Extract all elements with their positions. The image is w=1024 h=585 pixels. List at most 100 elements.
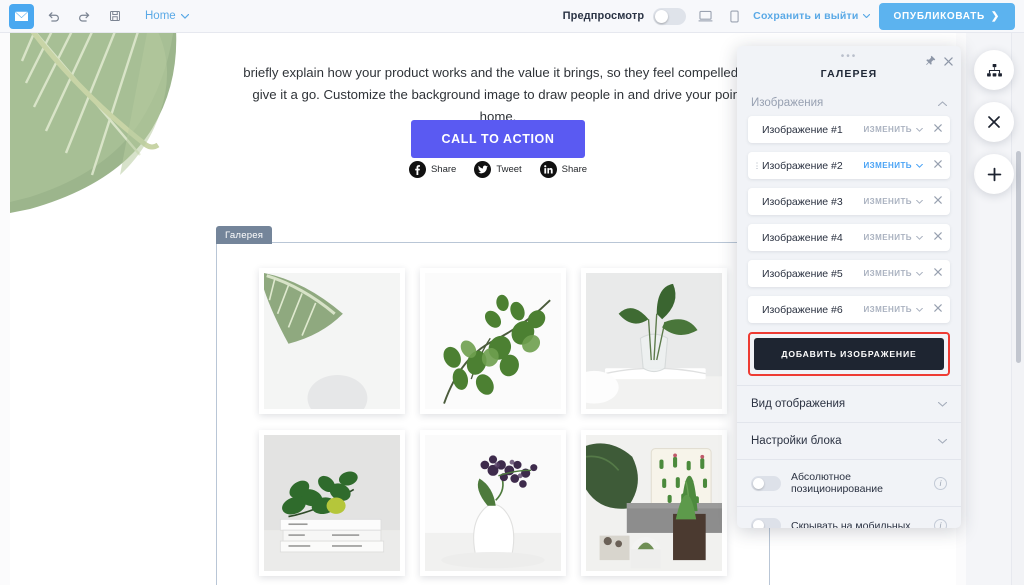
hero-paragraph: briefly explain how your product works a…: [243, 65, 753, 124]
image-list-item[interactable]: Изображение #3 ИЗМЕНИТЬ: [748, 188, 950, 215]
absolute-positioning-toggle[interactable]: [751, 475, 781, 491]
share-twitter[interactable]: Tweet: [474, 161, 522, 178]
call-to-action-button[interactable]: CALL TO ACTION: [411, 120, 585, 158]
publish-button[interactable]: ОПУБЛИКОВАТЬ ❯: [878, 2, 1015, 30]
save-and-exit-label: Сохранить и выйти: [753, 10, 859, 22]
image-remove-icon[interactable]: [934, 160, 942, 171]
image-edit-button[interactable]: ИЗМЕНИТЬ: [863, 233, 923, 242]
image-name: Изображение #1: [762, 123, 843, 136]
drag-handle-icon[interactable]: ⋮: [753, 162, 761, 170]
hero-leaf-image: [10, 33, 238, 215]
image-edit-button[interactable]: ИЗМЕНИТЬ: [863, 161, 923, 170]
gallery-item[interactable]: [259, 268, 405, 414]
absolute-positioning-row: Абсолютное позиционирование i: [737, 459, 961, 506]
gallery-item[interactable]: [420, 268, 566, 414]
image-remove-icon[interactable]: [934, 268, 942, 279]
gallery-item[interactable]: [581, 430, 727, 576]
close-icon[interactable]: [974, 102, 1014, 142]
desktop-icon[interactable]: [695, 6, 715, 26]
info-icon[interactable]: i: [934, 519, 947, 528]
preview-label: Предпросмотр: [562, 10, 645, 22]
share-linkedin[interactable]: Share: [539, 161, 587, 178]
save-and-exit-menu[interactable]: Сохранить и выйти: [753, 10, 870, 22]
image-list-item[interactable]: Изображение #1 ИЗМЕНИТЬ: [748, 116, 950, 143]
gallery-image-eucalyptus: [425, 273, 561, 409]
gallery-item[interactable]: [420, 430, 566, 576]
undo-icon[interactable]: [41, 4, 65, 28]
toggle-knob: [753, 520, 764, 528]
panel-title: ГАЛЕРЕЯ: [820, 68, 878, 80]
image-list-item[interactable]: Изображение #4 ИЗМЕНИТЬ: [748, 224, 950, 251]
image-edit-label: ИЗМЕНИТЬ: [863, 269, 912, 278]
block-settings-label: Настройки блока: [751, 435, 842, 447]
publish-label: ОПУБЛИКОВАТЬ: [893, 10, 985, 22]
toolbar-right-group: Предпросмотр Сохранить и выйти ОПУБЛИКОВ…: [562, 2, 1024, 30]
image-edit-label: ИЗМЕНИТЬ: [863, 305, 912, 314]
image-remove-icon[interactable]: [934, 196, 942, 207]
image-list-item[interactable]: Изображение #5 ИЗМЕНИТЬ: [748, 260, 950, 287]
display-view-label: Вид отображения: [751, 398, 846, 410]
block-settings-section[interactable]: Настройки блока: [737, 422, 961, 459]
share-facebook[interactable]: Share: [408, 161, 456, 178]
redo-icon[interactable]: [72, 4, 96, 28]
image-list-item[interactable]: Изображение #6 ИЗМЕНИТЬ: [748, 296, 950, 323]
chevron-down-icon: [916, 307, 923, 312]
image-list-item[interactable]: ⋮ Изображение #2 ИЗМЕНИТЬ: [748, 152, 950, 179]
image-list: Изображение #1 ИЗМЕНИТЬ ⋮ Изображение #2…: [737, 116, 961, 323]
preview-toggle[interactable]: [653, 7, 687, 25]
editor-window: Home Предпросмотр Сохранить и выйти ОПУБ…: [0, 0, 1024, 585]
chevron-down-icon: [937, 399, 948, 409]
page-selector-menu[interactable]: Home: [145, 10, 189, 22]
gallery-item[interactable]: [259, 430, 405, 576]
floating-action-buttons: [974, 50, 1018, 194]
image-name: Изображение #2: [762, 159, 843, 172]
add-image-highlight: ДОБАВИТЬ ИЗОБРАЖЕНИЕ: [748, 332, 950, 376]
image-edit-button[interactable]: ИЗМЕНИТЬ: [863, 125, 923, 134]
chevron-down-icon: [937, 436, 948, 446]
page-selector-label: Home: [145, 10, 176, 22]
chevron-right-icon: ❯: [990, 10, 1000, 22]
envelope-logo-icon[interactable]: [9, 3, 34, 29]
linkedin-icon: [539, 161, 557, 178]
absolute-positioning-label: Абсолютное позиционирование: [791, 471, 883, 495]
image-edit-button[interactable]: ИЗМЕНИТЬ: [863, 197, 923, 206]
image-name: Изображение #3: [762, 195, 843, 208]
chevron-down-icon: [916, 235, 923, 240]
chevron-down-icon: [916, 271, 923, 276]
image-remove-icon[interactable]: [934, 124, 942, 135]
top-toolbar: Home Предпросмотр Сохранить и выйти ОПУБ…: [0, 0, 1024, 33]
mobile-icon[interactable]: [724, 6, 744, 26]
image-edit-label: ИЗМЕНИТЬ: [863, 233, 912, 242]
image-edit-button[interactable]: ИЗМЕНИТЬ: [863, 305, 923, 314]
image-remove-icon[interactable]: [934, 232, 942, 243]
add-image-button[interactable]: ДОБАВИТЬ ИЗОБРАЖЕНИЕ: [754, 338, 944, 370]
toggle-knob: [655, 9, 669, 23]
gallery-item[interactable]: [581, 268, 727, 414]
sitemap-icon[interactable]: [974, 50, 1014, 90]
info-icon[interactable]: i: [934, 476, 947, 490]
image-remove-icon[interactable]: [934, 304, 942, 315]
gallery-image-vase-on-book: [586, 273, 722, 409]
images-section-header[interactable]: Изображения: [737, 88, 961, 116]
toolbar-left-group: Home: [0, 3, 189, 29]
save-floppy-icon[interactable]: [103, 4, 127, 28]
gallery-settings-panel: ••• ГАЛЕРЕЯ Изображения Изображение #1 И…: [737, 46, 961, 528]
gallery-block[interactable]: Галерея: [216, 226, 770, 585]
image-name: Изображение #6: [762, 303, 843, 316]
hide-on-mobile-toggle[interactable]: [751, 518, 781, 528]
gallery-block-tab-label: Галерея: [216, 226, 273, 244]
plus-icon[interactable]: [974, 154, 1014, 194]
image-edit-label: ИЗМЕНИТЬ: [863, 125, 912, 134]
image-name: Изображение #4: [762, 231, 843, 244]
facebook-icon: [408, 161, 426, 178]
gallery-image-leaf: [264, 273, 400, 409]
chevron-down-icon: [916, 163, 923, 168]
gallery-grid: [259, 268, 737, 576]
image-edit-button[interactable]: ИЗМЕНИТЬ: [863, 269, 923, 278]
image-edit-label: ИЗМЕНИТЬ: [863, 161, 912, 170]
social-share-row: Share Tweet Share: [238, 161, 758, 178]
hide-on-mobile-row: Скрывать на мобильных i: [737, 506, 961, 528]
images-section-label: Изображения: [751, 97, 824, 109]
display-view-section[interactable]: Вид отображения: [737, 385, 961, 422]
hide-on-mobile-label: Скрывать на мобильных: [791, 519, 911, 529]
